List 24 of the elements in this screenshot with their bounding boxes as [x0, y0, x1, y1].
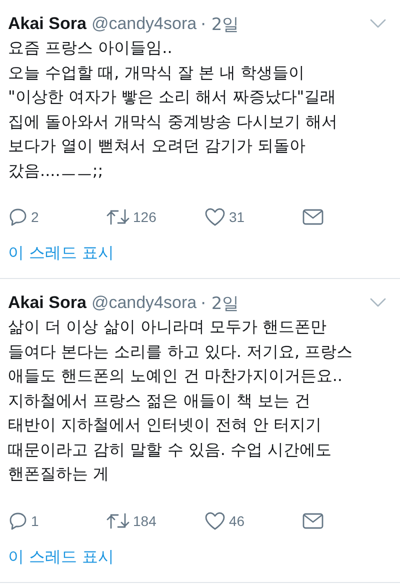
- heart-icon[interactable]: [204, 207, 226, 227]
- speech-bubble-icon[interactable]: [8, 207, 28, 227]
- envelope-icon[interactable]: [302, 208, 324, 226]
- reply-count: 1: [31, 512, 39, 528]
- tweet-time: · 2일: [200, 292, 240, 314]
- retweet-count: 126: [133, 209, 156, 225]
- show-thread-link[interactable]: 이 스레드 표시: [8, 546, 114, 568]
- retweet-icon[interactable]: [106, 510, 130, 530]
- tweet-time: · 2일: [200, 14, 240, 36]
- envelope-icon[interactable]: [302, 512, 324, 530]
- retweet-count: 184: [133, 512, 156, 528]
- show-thread-link[interactable]: 이 스레드 표시: [8, 243, 114, 264]
- reply-count: 2: [31, 209, 39, 225]
- author-handle: @candy4sora: [91, 14, 197, 34]
- like-count: 46: [229, 512, 245, 528]
- retweet-icon[interactable]: [106, 207, 130, 227]
- speech-bubble-icon[interactable]: [8, 510, 28, 530]
- author-handle: @candy4sora: [91, 293, 197, 313]
- heart-icon[interactable]: [204, 510, 226, 530]
- like-count: 31: [229, 209, 245, 225]
- author-name: Akai Sora: [8, 293, 86, 313]
- tweet-text: 요즘 프랑스 아이들임.. 오늘 수업할 때, 개막식 잘 본 내 학생들이 "이상한 여자가 빻은 소리 해서 짜증났다"길래 집에 돌아와서 개막식 중계방송 다시보기 해서 보다가 열이 뻗쳐서 오려던 감기가 되돌아 갔음....ㅡㅡ;;: [8, 37, 338, 182]
- author-name: Akai Sora: [8, 14, 86, 34]
- tweet-text: 삶이 더 이상 삶이 아니라며 모두가 핸드폰만 들여다 본다는 소리를 하고 있다. 저기요, 프랑스 애들도 핸드폰의 노예인 건 마찬가지이거든요.. 지하철에서 프랑스 젊은 애들이 책 보는 건 태반이 지하철에서 인터넷이 전혀 안 터지기 때문이라고 감히 말할 수 있음. 수업 시간에도 핸폰질하는 게: [8, 316, 354, 485]
